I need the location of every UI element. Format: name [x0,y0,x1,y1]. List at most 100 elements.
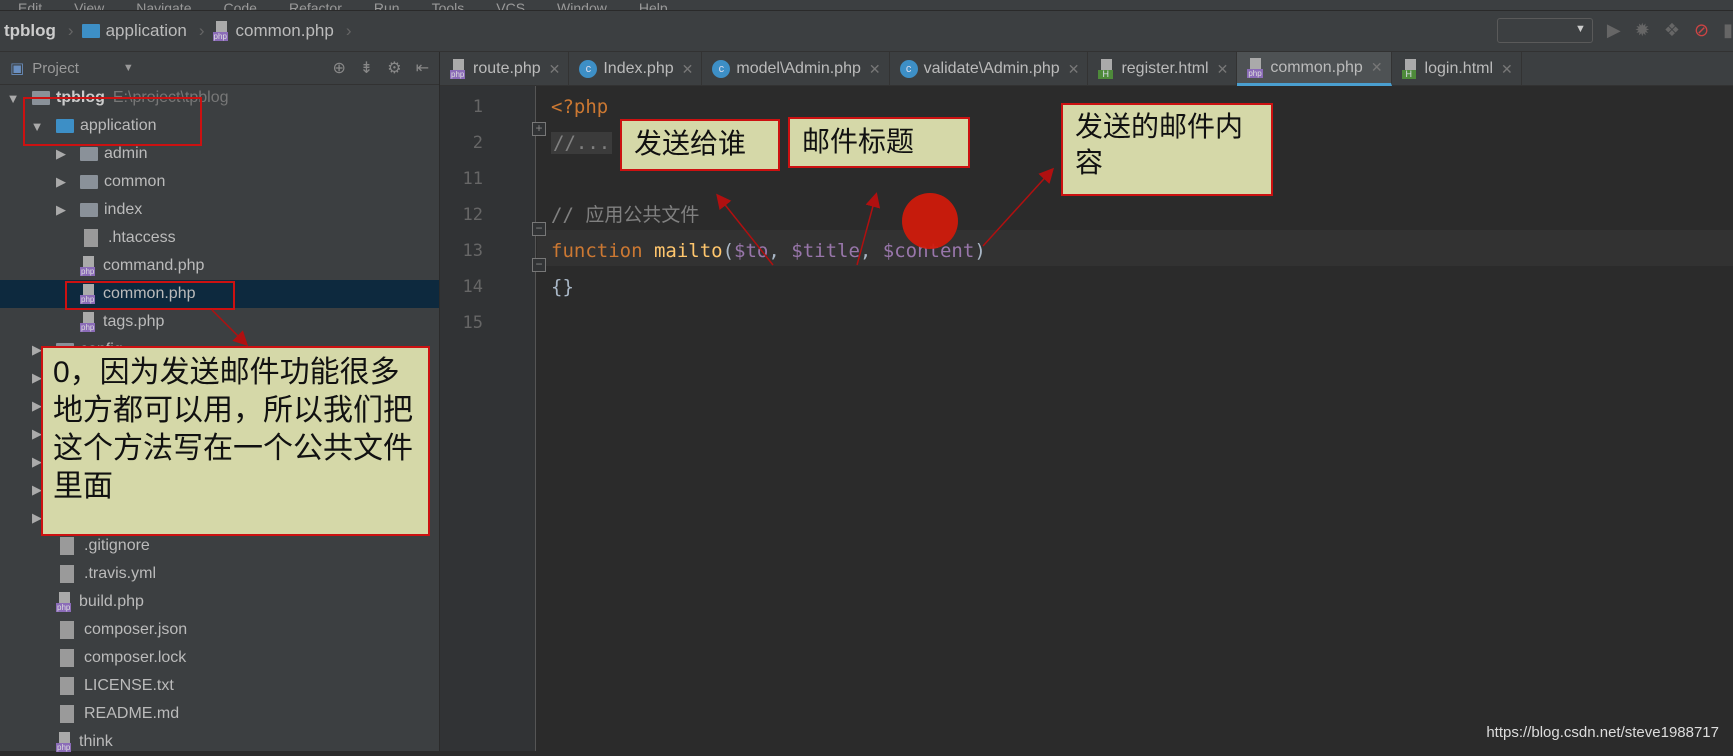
close-icon[interactable]: ✕ [549,61,561,78]
debug-icon[interactable]: ✹ [1635,20,1650,41]
fold-expand-icon[interactable]: + [532,122,546,136]
tree-item[interactable]: composer.lock [0,644,439,672]
code-line[interactable]: // 应用公共文件 [551,197,699,233]
php-file-icon [450,59,468,79]
tree-item-label: common [104,173,166,190]
folder-icon [80,203,98,217]
tab-label: model\Admin.php [736,60,861,77]
breadcrumb-project[interactable]: tpblog [0,21,64,41]
run-toolbar: ▶ ✹ ❖ ⊘ ▮ [1496,18,1733,43]
coverage-icon[interactable]: ❖ [1664,20,1680,41]
tree-item[interactable]: command.php [0,252,439,280]
breadcrumb-file[interactable]: common.php [209,21,342,41]
code-line[interactable]: {} [551,269,574,305]
php-file-icon [1247,57,1265,78]
tree-item[interactable]: README.md [0,700,439,728]
php-file-icon [80,256,98,276]
folder-icon [80,175,98,189]
chevron-right-icon[interactable]: ▶ [54,202,68,218]
menu-item[interactable]: Code [223,0,256,10]
class-icon: c [712,60,731,78]
tree-item[interactable]: .travis.yml [0,560,439,588]
file-icon [60,565,74,583]
line-number: 13 [462,241,483,261]
hide-icon[interactable]: ⇤ [416,58,429,78]
tab-label: login.html [1424,60,1494,77]
tree-item[interactable]: ▶ common [0,168,439,196]
callout-to: 发送给谁 [620,119,780,171]
tab-login-html[interactable]: login.html ✕ [1392,52,1522,86]
code-token: , [768,240,792,262]
close-icon[interactable]: ✕ [682,61,694,78]
menu-item[interactable]: Refactor [289,0,342,10]
code-token: <?php [551,96,609,118]
code-line[interactable]: <?php [551,89,608,125]
tab-index-php[interactable]: c Index.php ✕ [569,52,703,86]
file-icon [84,229,98,247]
tree-item[interactable]: think [0,728,439,756]
cursor-click-indicator [902,193,958,249]
close-icon[interactable]: ✕ [1068,61,1080,78]
callout-content: 发送的邮件内容 [1061,103,1273,196]
php-file-icon [212,21,231,41]
run-config-dropdown[interactable] [1496,18,1593,43]
close-icon[interactable]: ✕ [1501,61,1513,78]
scroll-from-source-icon[interactable]: ⊕ [332,58,345,78]
project-view-selector[interactable]: Project [32,60,79,77]
project-icon: ▣ [10,60,25,77]
menu-item[interactable]: Run [374,0,400,10]
collapse-all-icon[interactable]: ⇟ [360,58,373,78]
chevron-right-icon[interactable]: ▶ [54,174,68,190]
breadcrumb-application[interactable]: application [78,21,195,41]
fold-collapse-icon[interactable]: − [532,222,546,236]
menu-item[interactable]: Navigate [136,0,191,10]
menu-bar: Edit View Navigate Code Refactor Run Tools VCS W… [0,0,1733,11]
menu-item[interactable]: Tools [432,0,465,10]
close-icon[interactable]: ✕ [1371,59,1383,76]
menu-item[interactable]: Help [639,0,668,10]
tree-item-label: composer.json [84,621,188,638]
chevron-right-icon[interactable]: ▶ [54,146,68,162]
tree-item[interactable]: ▶ index [0,196,439,224]
sidebar-header: ▣ Project ▼ ⊕ ⇟ ⚙ ⇤ [0,52,439,85]
fold-end-icon[interactable]: − [532,258,546,272]
gear-icon[interactable]: ⚙ [387,58,401,78]
tab-common-php[interactable]: common.php ✕ [1237,52,1392,86]
file-icon [60,621,74,639]
tree-item-label: build.php [79,593,144,610]
chevron-down-icon[interactable]: ▼ [123,62,134,74]
menu-item[interactable]: View [74,0,104,10]
tree-item[interactable]: .htaccess [0,224,439,252]
folder-icon [80,147,98,161]
more-icon[interactable]: ▮ [1723,20,1733,41]
tab-validate-admin-php[interactable]: c validate\Admin.php ✕ [890,52,1089,86]
tree-item-label: command.php [103,257,205,274]
tab-route-php[interactable]: route.php ✕ [440,52,570,86]
tree-item-label: .htaccess [108,229,176,246]
tab-label: common.php [1270,58,1363,76]
menu-item[interactable]: Window [557,0,607,10]
tab-register-html[interactable]: register.html ✕ [1088,52,1238,86]
close-icon[interactable]: ✕ [869,61,881,78]
callout-title: 邮件标题 [788,117,970,168]
stop-listening-icon[interactable]: ⊘ [1694,20,1709,41]
tab-label: route.php [473,60,541,77]
tree-item-label: think [79,733,113,750]
breadcrumb: tpblog› application› common.php› [0,11,1733,52]
tree-item[interactable]: build.php [0,588,439,616]
menu-item[interactable]: Edit [18,0,42,10]
editor-tabs: route.php✕cIndex.php✕cmodel\Admin.php✕cv… [440,52,1733,86]
tree-item[interactable]: .gitignore [0,532,439,560]
tree-item-label: LICENSE.txt [84,677,174,694]
close-icon[interactable]: ✕ [1217,61,1229,78]
tree-item[interactable]: tags.php [0,308,439,336]
chevron-down-icon[interactable]: ▼ [6,91,20,106]
tree-item[interactable]: LICENSE.txt [0,672,439,700]
file-icon [60,537,74,555]
tree-item[interactable]: composer.json [0,616,439,644]
menu-item[interactable]: VCS [496,0,525,10]
code-line[interactable]: //... [551,125,613,161]
tab-model-admin-php[interactable]: c model\Admin.php ✕ [702,52,890,86]
tree-item-label: admin [104,145,148,162]
run-icon[interactable]: ▶ [1607,20,1621,41]
